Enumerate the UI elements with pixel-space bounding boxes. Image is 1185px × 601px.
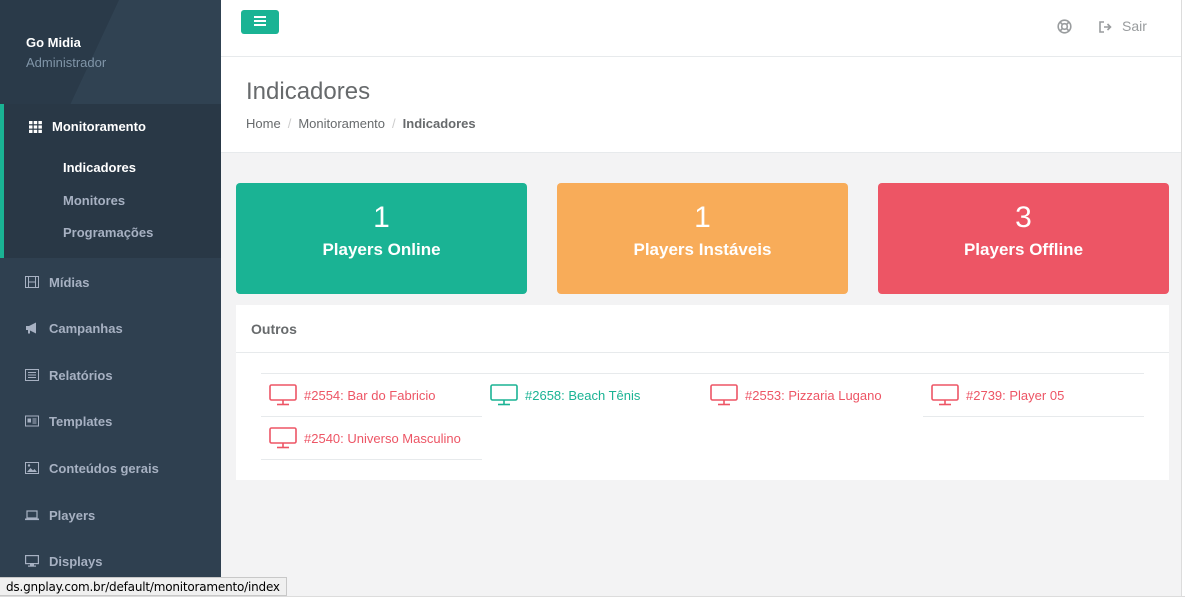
sidebar-item-relatorios[interactable]: Relatórios [0,355,221,395]
page-title: Indicadores [246,78,371,105]
sidebar-item-campanhas[interactable]: Campanhas [0,308,221,348]
monitor-offline-icon [269,384,297,406]
sign-out-icon [1099,20,1113,33]
breadcrumb-current: Indicadores [402,116,476,131]
logout-label: Sair [1122,18,1147,34]
sidebar-item-monitoramento[interactable]: Monitoramento [29,119,146,134]
sidebar-section-monitoramento: Monitoramento Indicadores Monitores Prog… [0,104,221,258]
widget-count: 3 [1015,201,1032,234]
widget-count: 1 [373,201,390,234]
image-icon [25,462,39,474]
sidebar-item-displays[interactable]: Displays [0,541,221,581]
desktop-icon [25,555,39,567]
player-item[interactable]: #2540: Universo Masculino [261,416,482,459]
menu-toggle-button[interactable] [241,10,279,34]
sidebar-subitem-monitores[interactable]: Monitores [63,193,125,208]
monitor-offline-icon [269,427,297,449]
sidebar-item-players[interactable]: Players [0,495,221,535]
sidebar-subitem-programacoes[interactable]: Programações [63,225,153,240]
sidebar-subitem-indicadores[interactable]: Indicadores [63,160,136,175]
bullhorn-icon [25,322,39,334]
bars-icon [254,13,266,31]
player-item[interactable]: #2554: Bar do Fabricio [261,373,482,416]
players-online-widget[interactable]: 1 Players Online [236,183,527,294]
profile-name[interactable]: Go Midia [26,35,81,50]
top-navbar: Sair [221,0,1185,57]
sidebar-item-conteudos-gerais[interactable]: Conteúdos gerais [0,448,221,488]
monitor-online-icon [490,384,518,406]
sidebar-item-label: Conteúdos gerais [49,460,159,476]
status-url: ds.gnplay.com.br/default/monitoramento/i… [6,579,280,594]
window-right-edge [1181,0,1185,601]
panel-title: Outros [236,305,1169,353]
page-heading: Indicadores Home / Monitoramento / Indic… [221,57,1185,153]
player-label: #2554: Bar do Fabricio [304,387,436,403]
sidebar-item-label: Campanhas [49,320,123,336]
breadcrumb: Home / Monitoramento / Indicadores [246,116,476,131]
players-instaveis-widget[interactable]: 1 Players Instáveis [557,183,848,294]
outros-panel: Outros #2554: Bar do Fabricio #2658: Bea… [236,305,1169,480]
sidebar-item-label: Players [49,507,96,523]
monitor-offline-icon [710,384,738,406]
profile-header: Go Midia Administrador [0,0,221,104]
sidebar-item-label: Displays [49,553,103,569]
player-label: #2553: Pizzaria Lugano [745,387,882,403]
player-item[interactable]: #2658: Beach Tênis [482,373,703,416]
player-item[interactable]: #2739: Player 05 [923,373,1144,416]
sidebar-item-label: Mídias [49,274,90,290]
sidebar-item-midias[interactable]: Mídias [0,262,221,302]
window-bottom-edge [0,596,1185,601]
player-item[interactable]: #2553: Pizzaria Lugano [702,373,923,416]
logout-link[interactable]: Sair [1099,18,1147,34]
life-ring-icon[interactable] [1057,19,1072,34]
players-offline-widget[interactable]: 3 Players Offline [878,183,1169,294]
widget-label: Players Instáveis [633,240,772,259]
breadcrumb-monitoramento[interactable]: Monitoramento [298,116,385,131]
list-alt-icon [25,369,39,381]
row-divider [923,416,1144,417]
grid-icon [29,120,42,133]
sidebar-item-label: Relatórios [49,367,113,383]
monitor-offline-icon [931,384,959,406]
laptop-icon [25,509,39,521]
sidebar: Go Midia Administrador Monitoramento Ind… [0,0,221,601]
breadcrumb-home[interactable]: Home [246,116,281,131]
film-icon [25,276,39,288]
browser-status-bar: ds.gnplay.com.br/default/monitoramento/i… [0,577,287,596]
player-label: #2739: Player 05 [966,387,1065,403]
sidebar-item-label: Monitoramento [52,119,146,134]
row-divider [261,459,482,460]
widget-label: Players Online [322,240,441,259]
sidebar-item-templates[interactable]: Templates [0,401,221,441]
widget-count: 1 [694,201,711,234]
profile-role: Administrador [26,55,107,70]
widget-label: Players Offline [963,240,1084,259]
id-card-icon [25,415,39,427]
sidebar-item-label: Templates [49,413,113,429]
player-label: #2540: Universo Masculino [304,430,461,446]
player-label: #2658: Beach Tênis [525,387,641,403]
